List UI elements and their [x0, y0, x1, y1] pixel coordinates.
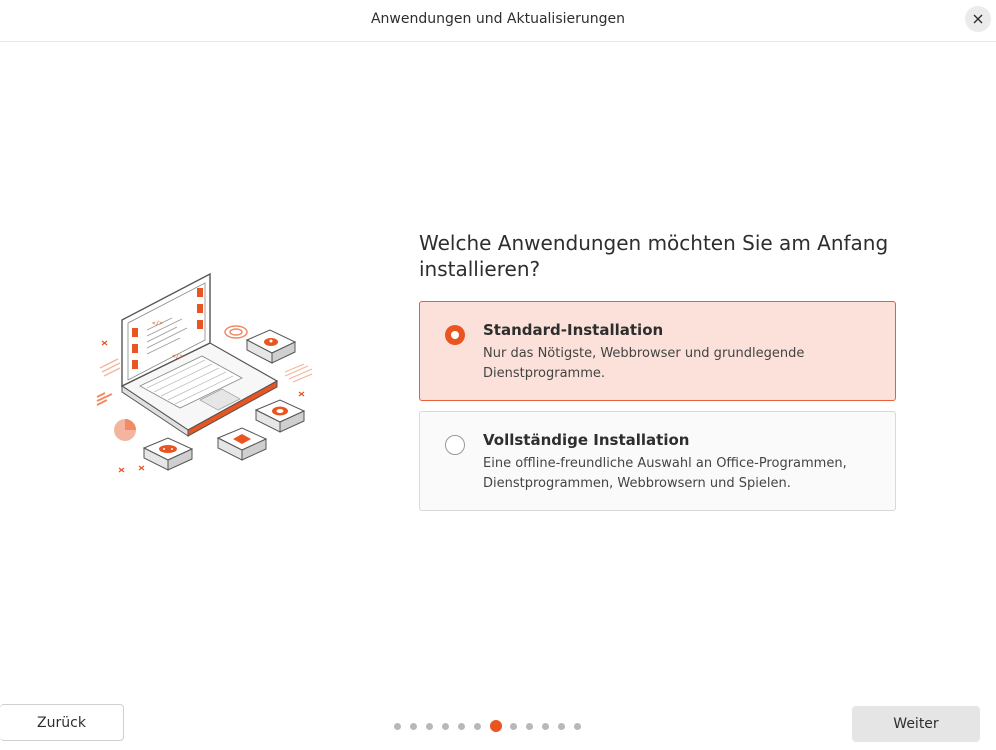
close-icon [973, 14, 983, 24]
option-full-installation[interactable]: Vollständige Installation Eine offline-f… [419, 411, 896, 511]
option-standard-installation[interactable]: Standard-Installation Nur das Nötigste, … [419, 301, 896, 401]
option-title: Vollständige Installation [483, 431, 690, 449]
progress-dot [526, 723, 533, 730]
pie-chart-icon [114, 419, 136, 441]
progress-dot [426, 723, 433, 730]
back-button[interactable]: Zurück [0, 704, 124, 741]
title-bar: Anwendungen und Aktualisierungen [0, 0, 996, 42]
svg-text:</>: </> [172, 353, 183, 360]
progress-dot [474, 723, 481, 730]
stripes-decoration-right [284, 363, 313, 383]
photo-tile-icon [216, 427, 268, 461]
svg-text:</>: </> [152, 320, 163, 327]
laptop-apps-illustration: </> </> [92, 268, 320, 480]
close-button[interactable] [965, 6, 991, 32]
camera-tile-icon [254, 399, 306, 433]
option-title: Standard-Installation [483, 321, 664, 339]
location-tile-icon [245, 329, 297, 364]
option-description: Eine offline-freundliche Auswahl an Offi… [483, 456, 847, 491]
progress-dot [394, 723, 401, 730]
radio-full-installation[interactable] [445, 435, 465, 455]
radio-standard-installation[interactable] [445, 325, 465, 345]
progress-dot [574, 723, 581, 730]
window-title: Anwendungen und Aktualisierungen [370, 11, 625, 27]
laptop-icon: </> </> [120, 272, 279, 437]
page-question: Welche Anwendungen möchten Sie am Anfang… [419, 231, 889, 281]
progress-dot [458, 723, 465, 730]
gamepad-tile-icon [142, 437, 194, 471]
option-description: Nur das Nötigste, Webbrowser und grundle… [483, 346, 805, 381]
progress-dot-current [490, 720, 502, 732]
progress-dot [558, 723, 565, 730]
stripes-decoration [99, 358, 121, 377]
progress-dot [510, 723, 517, 730]
next-button[interactable]: Weiter [852, 706, 980, 742]
bar-chart-icon [96, 392, 113, 406]
target-icon [224, 325, 248, 339]
progress-dot [542, 723, 549, 730]
progress-dot [410, 723, 417, 730]
progress-dot [442, 723, 449, 730]
